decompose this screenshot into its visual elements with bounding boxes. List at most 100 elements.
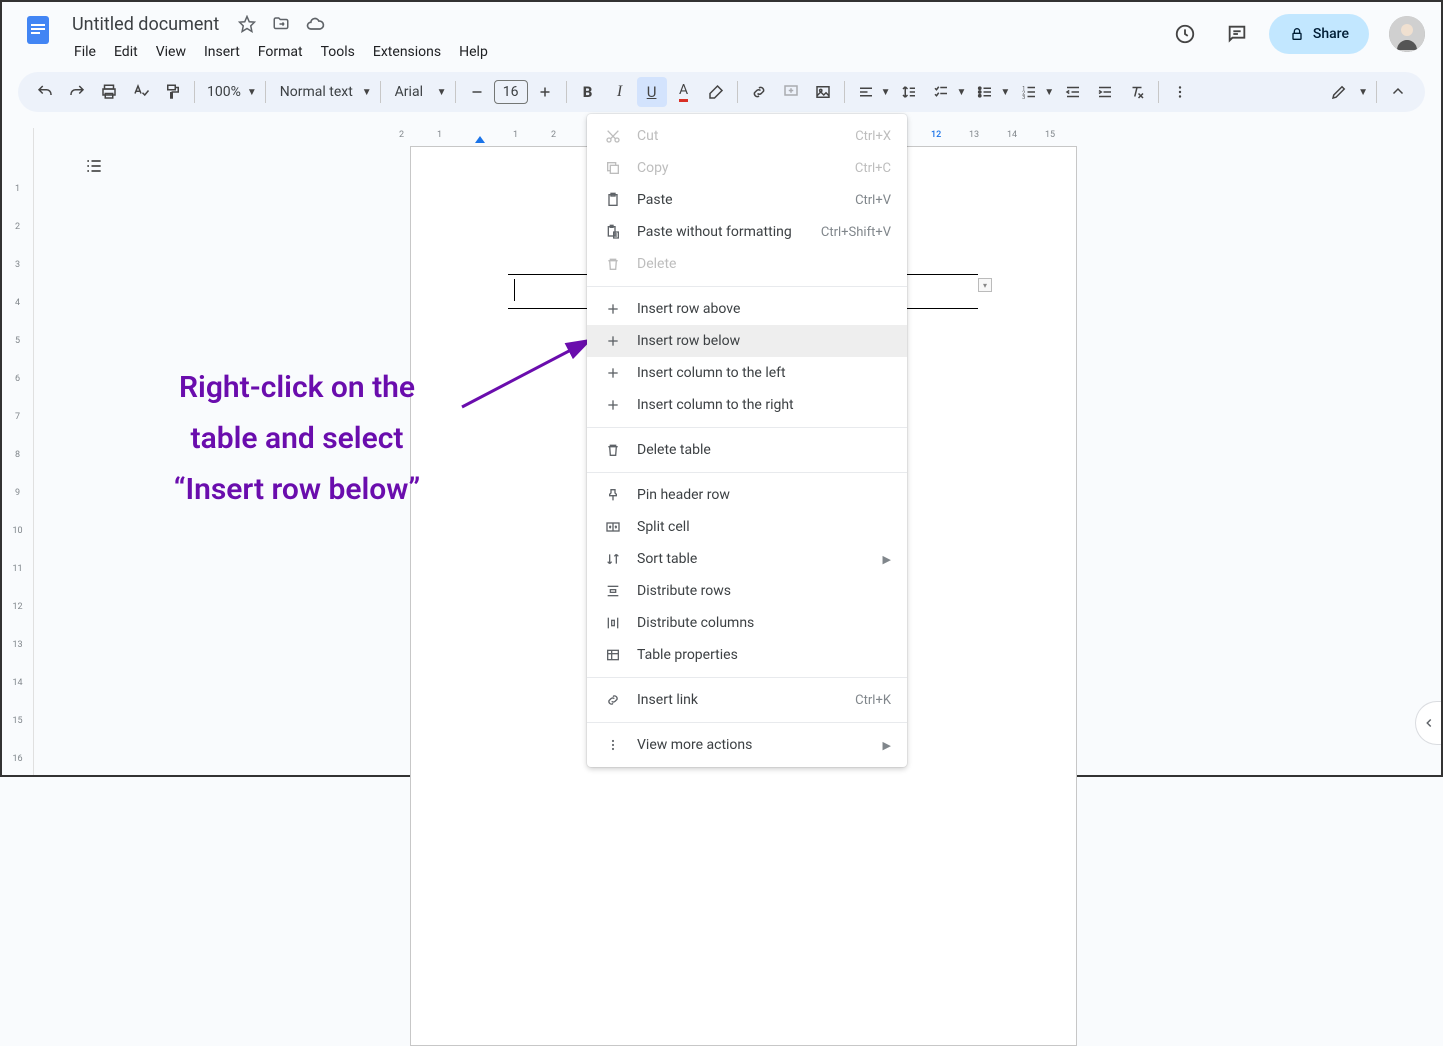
menu-help[interactable]: Help	[451, 40, 496, 64]
ctx-paste-plain[interactable]: Paste without formattingCtrl+Shift+V	[587, 216, 907, 248]
more-tools-icon[interactable]	[1165, 77, 1195, 107]
link-icon	[603, 692, 623, 708]
indent-marker-icon[interactable]	[475, 136, 485, 143]
underline-icon[interactable]: U	[637, 77, 667, 107]
copy-icon	[603, 160, 623, 176]
bold-icon[interactable]: B	[573, 77, 603, 107]
cut-icon	[603, 128, 623, 144]
ctx-paste[interactable]: PasteCtrl+V	[587, 184, 907, 216]
avatar[interactable]	[1389, 16, 1425, 52]
ctx-insert-row-above[interactable]: Insert row above	[587, 293, 907, 325]
chevron-down-icon: ▼	[1044, 87, 1054, 98]
context-menu: CutCtrl+X CopyCtrl+C PasteCtrl+V Paste w…	[587, 114, 907, 767]
ctx-sort-table[interactable]: Sort table▶	[587, 543, 907, 575]
comments-icon[interactable]	[1217, 14, 1257, 54]
increase-font-icon[interactable]	[530, 77, 560, 107]
clear-formatting-icon[interactable]	[1122, 77, 1152, 107]
ctx-split-cell[interactable]: Split cell	[587, 511, 907, 543]
text-color-icon[interactable]: A	[669, 77, 699, 107]
annotation-text: Right-click on the table and select “Ins…	[122, 362, 472, 515]
ctx-insert-col-right[interactable]: Insert column to the right	[587, 389, 907, 421]
line-spacing-icon[interactable]	[894, 77, 924, 107]
decrease-indent-icon[interactable]	[1058, 77, 1088, 107]
increase-indent-icon[interactable]	[1090, 77, 1120, 107]
sort-icon	[603, 551, 623, 567]
outline-toggle-icon[interactable]	[76, 148, 112, 184]
spellcheck-icon[interactable]	[126, 77, 156, 107]
submenu-arrow-icon: ▶	[883, 739, 891, 752]
insert-link-icon[interactable]	[744, 77, 774, 107]
redo-icon[interactable]	[62, 77, 92, 107]
highlight-icon[interactable]	[701, 77, 731, 107]
more-icon	[603, 737, 623, 753]
lock-icon	[1289, 26, 1305, 42]
move-folder-icon[interactable]	[269, 12, 293, 36]
ctx-insert-link[interactable]: Insert linkCtrl+K	[587, 684, 907, 716]
ctx-delete: Delete	[587, 248, 907, 280]
menu-format[interactable]: Format	[250, 40, 311, 64]
chevron-down-icon: ▼	[362, 87, 372, 98]
paste-icon	[603, 192, 623, 208]
ctx-pin-header[interactable]: Pin header row	[587, 479, 907, 511]
plus-icon	[603, 301, 623, 317]
menu-tools[interactable]: Tools	[313, 40, 363, 64]
plus-icon	[603, 397, 623, 413]
align-icon[interactable]	[851, 77, 881, 107]
ctx-table-props[interactable]: Table properties	[587, 639, 907, 671]
undo-icon[interactable]	[30, 77, 60, 107]
cloud-status-icon[interactable]	[303, 12, 327, 36]
ctx-insert-row-below[interactable]: Insert row below	[587, 325, 907, 357]
table-props-icon	[603, 647, 623, 663]
ctx-copy: CopyCtrl+C	[587, 152, 907, 184]
vertical-ruler: 1 2 3 4 5 6 7 8 9 10 11 12 13 14 15 16	[2, 128, 34, 775]
italic-icon[interactable]: I	[605, 77, 635, 107]
ctx-distribute-cols[interactable]: Distribute columns	[587, 607, 907, 639]
text-cursor	[514, 279, 515, 301]
chevron-down-icon: ▼	[881, 87, 891, 98]
trash-icon	[603, 256, 623, 272]
collapse-toolbar-icon[interactable]	[1383, 77, 1413, 107]
share-label: Share	[1313, 26, 1349, 42]
history-icon[interactable]	[1165, 14, 1205, 54]
star-icon[interactable]	[235, 12, 259, 36]
chevron-down-icon: ▼	[1358, 87, 1368, 98]
chevron-down-icon: ▼	[1000, 87, 1010, 98]
paragraph-style-select[interactable]: Normal text	[272, 84, 362, 100]
distribute-rows-icon	[603, 583, 623, 599]
format-paint-icon[interactable]	[158, 77, 188, 107]
document-title[interactable]: Untitled document	[66, 12, 225, 37]
menu-edit[interactable]: Edit	[106, 40, 146, 64]
decrease-font-icon[interactable]	[462, 77, 492, 107]
horizontal-ruler: 2 1 1 2 3 4 5 6 7 8 9 10 11 12 13 14 15	[379, 128, 1441, 146]
paste-plain-icon	[603, 224, 623, 240]
chevron-down-icon: ▼	[956, 87, 966, 98]
menu-view[interactable]: View	[148, 40, 194, 64]
ctx-cut: CutCtrl+X	[587, 120, 907, 152]
ctx-insert-col-left[interactable]: Insert column to the left	[587, 357, 907, 389]
ctx-distribute-rows[interactable]: Distribute rows	[587, 575, 907, 607]
share-button[interactable]: Share	[1269, 14, 1369, 54]
print-icon[interactable]	[94, 77, 124, 107]
menu-file[interactable]: File	[66, 40, 104, 64]
zoom-select[interactable]: 100%	[201, 84, 247, 100]
bullet-list-icon[interactable]	[970, 77, 1000, 107]
table-handle-icon[interactable]: ▾	[978, 278, 992, 292]
trash-icon	[603, 442, 623, 458]
font-size-input[interactable]: 16	[494, 80, 528, 104]
ctx-delete-table[interactable]: Delete table	[587, 434, 907, 466]
svg-text:3: 3	[1023, 95, 1026, 101]
distribute-cols-icon	[603, 615, 623, 631]
menu-extensions[interactable]: Extensions	[365, 40, 449, 64]
ctx-view-more[interactable]: View more actions▶	[587, 729, 907, 761]
toolbar: 100%▼ Normal text▼ Arial▼ 16 B I U A ▼ ▼…	[18, 72, 1425, 112]
insert-comment-icon[interactable]	[776, 77, 806, 107]
pin-icon	[603, 487, 623, 503]
font-select[interactable]: Arial	[387, 84, 437, 100]
insert-image-icon[interactable]	[808, 77, 838, 107]
plus-icon	[603, 365, 623, 381]
editing-mode-icon[interactable]	[1324, 77, 1354, 107]
menu-insert[interactable]: Insert	[196, 40, 248, 64]
numbered-list-icon[interactable]: 123	[1014, 77, 1044, 107]
checklist-icon[interactable]	[926, 77, 956, 107]
docs-logo-icon[interactable]	[18, 10, 58, 50]
